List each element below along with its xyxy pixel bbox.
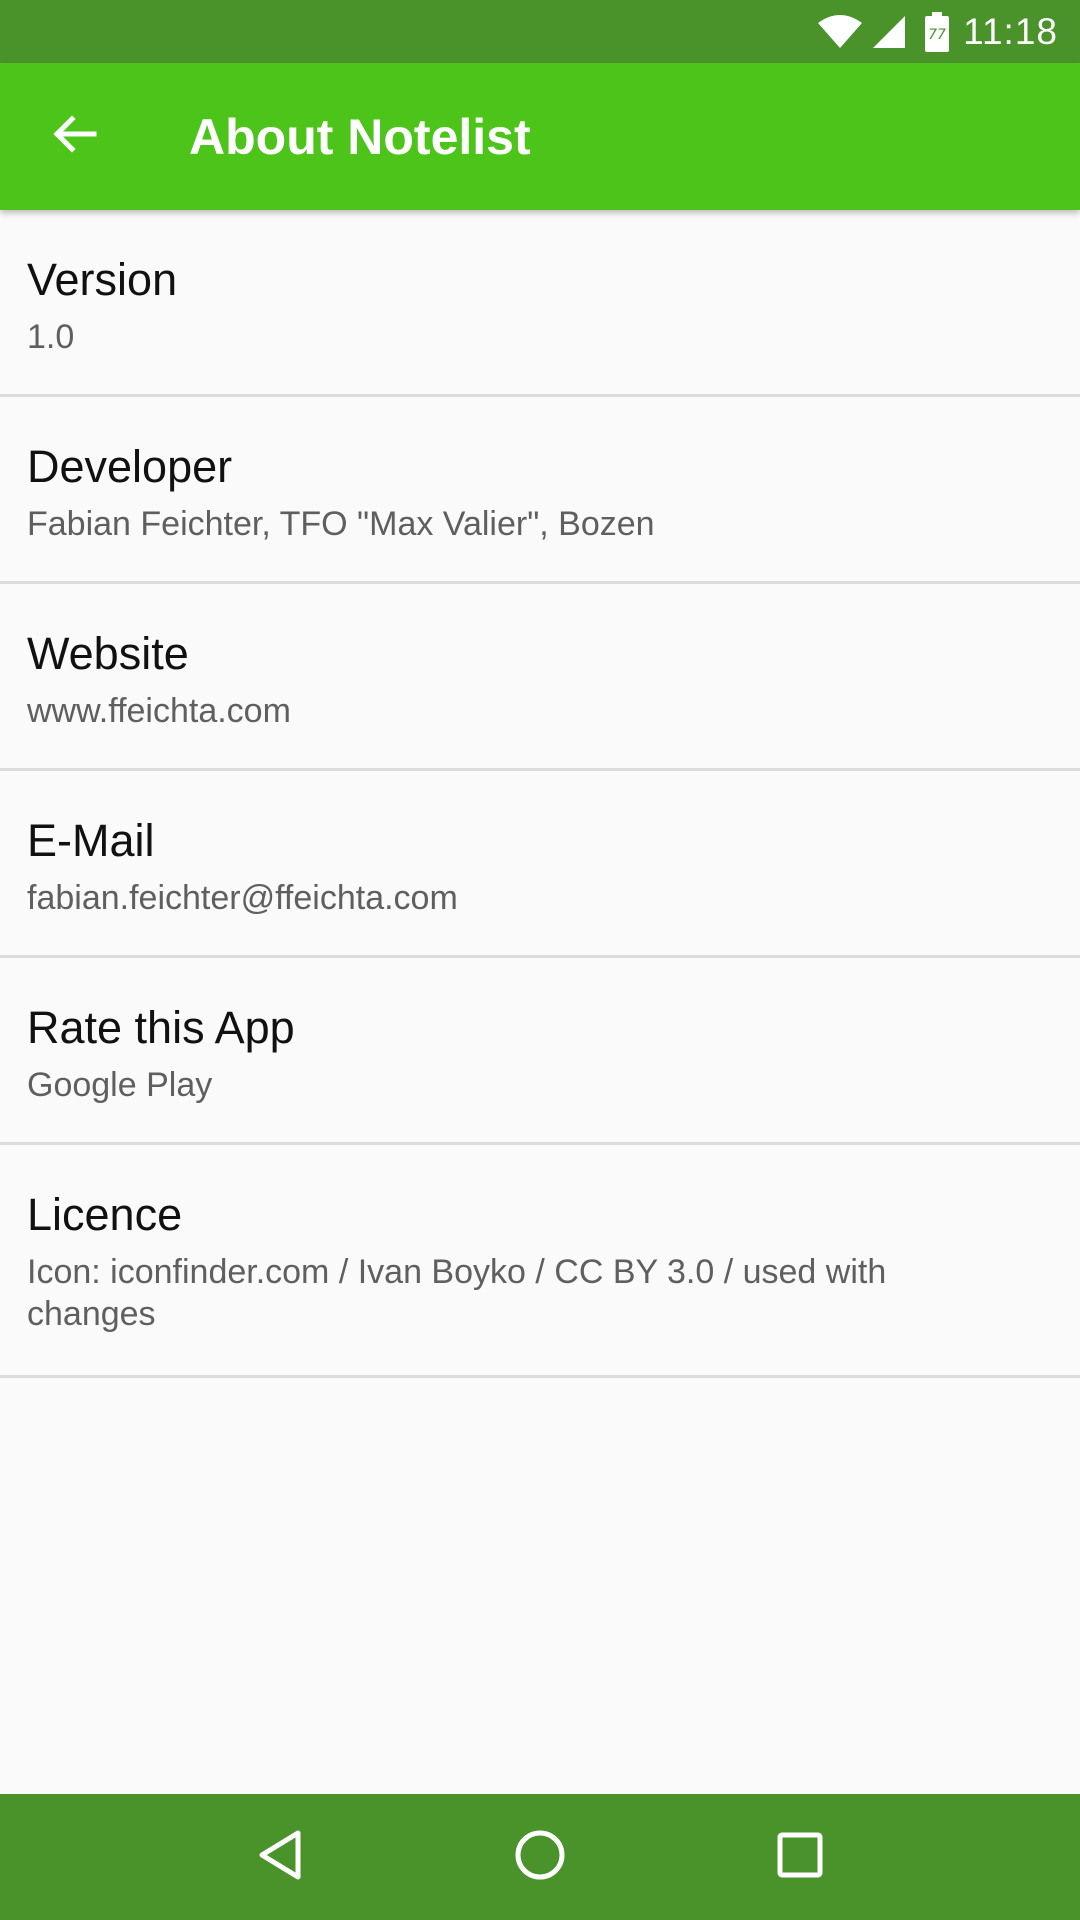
status-time: 11:18 [963,10,1058,52]
battery-icon: 77 [925,11,950,52]
nav-home-button[interactable] [480,1797,600,1917]
back-triangle-icon [256,1829,304,1886]
wifi-icon [817,14,863,49]
list-item-licence[interactable]: Licence Icon: iconfinder.com / Ivan Boyk… [0,1145,1080,1378]
list-item-website[interactable]: Website www.ffeichta.com [0,584,1080,771]
item-title: Rate this App [27,1002,295,1053]
item-title: Version [27,254,178,305]
item-subtitle: 1.0 [27,318,75,356]
navigation-bar [0,1794,1080,1920]
item-subtitle: Icon: iconfinder.com / Ivan Boyko / CC B… [27,1253,887,1333]
item-title: Website [27,628,189,679]
item-subtitle: www.ffeichta.com [27,692,291,730]
item-subtitle: Fabian Feichter, TFO "Max Valier", Bozen [27,505,655,543]
list-item-rate-app[interactable]: Rate this App Google Play [0,958,1080,1145]
about-screen: 77 11:18 About Notelist Version 1.0 Deve… [0,0,1080,1920]
home-circle-icon [514,1829,566,1886]
list-item-version[interactable]: Version 1.0 [0,210,1080,397]
item-subtitle: Google Play [27,1066,213,1104]
battery-level-text: 77 [928,27,946,43]
nav-back-button[interactable] [220,1797,340,1917]
item-title: Licence [27,1189,183,1240]
about-list: Version 1.0 Developer Fabian Feichter, T… [0,210,1080,1378]
arrow-back-icon [50,110,98,163]
item-title: E-Mail [27,815,155,866]
nav-recents-button[interactable] [740,1797,860,1917]
item-title: Developer [27,441,233,492]
status-bar: 77 11:18 [0,0,1080,63]
back-button[interactable] [0,63,147,210]
list-item-email[interactable]: E-Mail fabian.feichter@ffeichta.com [0,771,1080,958]
item-subtitle: fabian.feichter@ffeichta.com [27,879,458,917]
signal-icon [871,14,907,50]
page-title: About Notelist [189,108,531,165]
list-item-developer[interactable]: Developer Fabian Feichter, TFO "Max Vali… [0,397,1080,584]
app-bar: About Notelist [0,63,1080,210]
recents-square-icon [777,1832,823,1883]
